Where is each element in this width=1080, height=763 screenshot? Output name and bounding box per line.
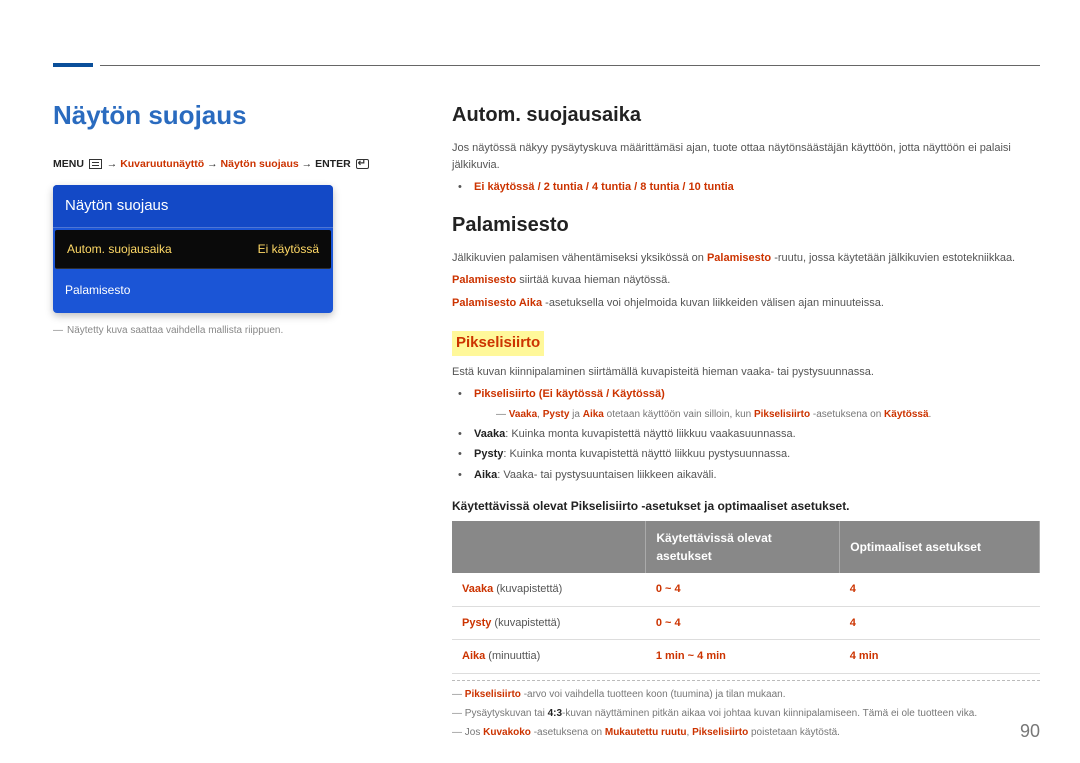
heading-autom: Autom. suojausaika <box>452 100 1040 130</box>
autom-options-text: Ei käytössä / 2 tuntia / 4 tuntia / 8 tu… <box>474 181 734 193</box>
term-aika: Aika <box>583 409 604 420</box>
section-title: Näytön suojaus <box>53 96 383 135</box>
autom-options: Ei käytössä / 2 tuntia / 4 tuntia / 8 tu… <box>466 179 1040 196</box>
term-pysty: Pysty <box>543 409 570 420</box>
scope-indicator <box>53 63 93 67</box>
col-optimal: Optimaaliset asetukset <box>840 521 1040 573</box>
osd-row-palamisesto[interactable]: Palamisesto <box>53 271 333 313</box>
right-column: Autom. suojausaika Jos näytössä näkyy py… <box>452 100 1040 740</box>
text: : Vaaka- tai pystysuuntaisen liikkeen ai… <box>497 469 716 481</box>
col-available: Käytettävissä olevat asetukset <box>646 521 840 573</box>
breadcrumb: MENU → Kuvaruutunäyttö → Näytön suojaus … <box>53 157 383 173</box>
text: otetaan käyttöön vain silloin, kun <box>604 409 754 420</box>
term-vaaka: Vaaka <box>509 409 537 420</box>
term-pikselisiirto: Pikselisiirto <box>754 409 810 420</box>
heading-palamisesto: Palamisesto <box>452 210 1040 240</box>
text: -ruutu, jossa käytetään jälkikuvien esto… <box>771 252 1015 264</box>
menu-label: MENU <box>53 158 84 170</box>
arrow-icon: → <box>207 158 218 170</box>
table-row: Vaaka (kuvapistettä) 0 ~ 4 4 <box>452 573 1040 606</box>
pikselisiirto-intro: Estä kuvan kiinnipalaminen siirtämällä k… <box>452 364 1040 381</box>
text: Jälkikuvien palamisen vähentämiseksi yks… <box>452 252 707 264</box>
text: : Kuinka monta kuvapistettä näyttö liikk… <box>505 428 795 440</box>
divider-top <box>100 65 1040 66</box>
table-caption: Käytettävissä olevat Pikselisiirto -aset… <box>452 497 1040 515</box>
term-palamisesto: Palamisesto <box>707 252 771 264</box>
term-kaytossa: Käytössä <box>884 409 928 420</box>
pikselisiirto-option-text: Pikselisiirto (Ei käytössä / Käytössä) <box>474 388 665 400</box>
footnote-3: ― Jos Kuvakoko -asetuksena on Mukautettu… <box>452 723 1040 740</box>
left-column: Näytön suojaus MENU → Kuvaruutunäyttö → … <box>53 96 383 338</box>
row-label: Pysty <box>462 617 491 629</box>
col-blank <box>452 521 646 573</box>
row-unit: (minuuttia) <box>485 650 540 662</box>
row-label: Aika <box>462 650 485 662</box>
bullet-pysty: Pysty: Kuinka monta kuvapistettä näyttö … <box>466 446 1040 463</box>
row-unit: (kuvapistettä) <box>491 617 560 629</box>
row-opt: 4 <box>850 617 856 629</box>
text: ja <box>569 409 582 420</box>
breadcrumb-step-1: Kuvaruutunäyttö <box>120 158 204 170</box>
text: siirtää kuvaa hieman näytössä. <box>516 274 670 286</box>
row-avail: 0 ~ 4 <box>656 583 681 595</box>
panel-caption: ―Näytetty kuva saattaa vaihdella mallist… <box>53 323 383 338</box>
term-vaaka: Vaaka <box>474 428 505 440</box>
text: . <box>929 409 932 420</box>
osd-row-value: Ei käytössä <box>258 240 319 258</box>
row-unit: (kuvapistettä) <box>493 583 562 595</box>
term-pysty: Pysty <box>474 448 503 460</box>
heading-pikselisiirto: Pikselisiirto <box>452 331 544 356</box>
enter-icon <box>356 159 369 169</box>
table-row: Aika (minuuttia) 1 min ~ 4 min 4 min <box>452 640 1040 674</box>
menu-icon <box>89 159 102 169</box>
footnote-1: ― Pikselisiirto -arvo voi vaihdella tuot… <box>452 680 1040 702</box>
note-enable: ― Vaaka, Pysty ja Aika otetaan käyttöön … <box>474 407 1040 422</box>
osd-panel-title: Näytön suojaus <box>53 185 333 229</box>
arrow-icon: → <box>107 158 118 170</box>
breadcrumb-step-2: Näytön suojaus <box>221 158 299 170</box>
term-aika: Aika <box>474 469 497 481</box>
osd-row-autom[interactable]: Autom. suojausaika Ei käytössä <box>55 230 331 269</box>
bullet-aika: Aika: Vaaka- tai pystysuuntaisen liikkee… <box>466 467 1040 484</box>
panel-caption-text: Näytetty kuva saattaa vaihdella mallista… <box>67 325 283 336</box>
term-palamisesto-aika: Palamisesto Aika <box>452 297 542 309</box>
footnote-2: ― Pysäytyskuvan tai 4:3-kuvan näyttämine… <box>452 704 1040 721</box>
page-number: 90 <box>1020 718 1040 745</box>
row-label: Vaaka <box>462 583 493 595</box>
arrow-icon: → <box>302 158 313 170</box>
enter-label: ENTER <box>315 158 351 170</box>
text: -asetuksena on <box>810 409 884 420</box>
osd-row-label: Palamisesto <box>65 281 130 299</box>
osd-panel: Näytön suojaus Autom. suojausaika Ei käy… <box>53 185 333 314</box>
row-opt: 4 <box>850 583 856 595</box>
text: -arvo voi vaihdella tuotteen koon (tuumi… <box>524 689 786 700</box>
autom-intro: Jos näytössä näkyy pysäytyskuva määrittä… <box>452 140 1040 173</box>
text: : Kuinka monta kuvapistettä näyttö liikk… <box>503 448 790 460</box>
bullet-vaaka: Vaaka: Kuinka monta kuvapistettä näyttö … <box>466 426 1040 443</box>
row-avail: 1 min ~ 4 min <box>656 650 726 662</box>
palamisesto-p1: Jälkikuvien palamisen vähentämiseksi yks… <box>452 250 1040 267</box>
palamisesto-p2: Palamisesto siirtää kuvaa hieman näytöss… <box>452 272 1040 289</box>
table-row: Pysty (kuvapistettä) 0 ~ 4 4 <box>452 606 1040 640</box>
settings-table: Käytettävissä olevat asetukset Optimaali… <box>452 521 1040 674</box>
row-opt: 4 min <box>850 650 879 662</box>
osd-row-label: Autom. suojausaika <box>67 240 172 258</box>
row-avail: 0 ~ 4 <box>656 617 681 629</box>
pikselisiirto-options: Pikselisiirto (Ei käytössä / Käytössä) ―… <box>466 386 1040 422</box>
text: -asetuksella voi ohjelmoida kuvan liikke… <box>542 297 884 309</box>
term-palamisesto: Palamisesto <box>452 274 516 286</box>
palamisesto-p3: Palamisesto Aika -asetuksella voi ohjelm… <box>452 295 1040 312</box>
